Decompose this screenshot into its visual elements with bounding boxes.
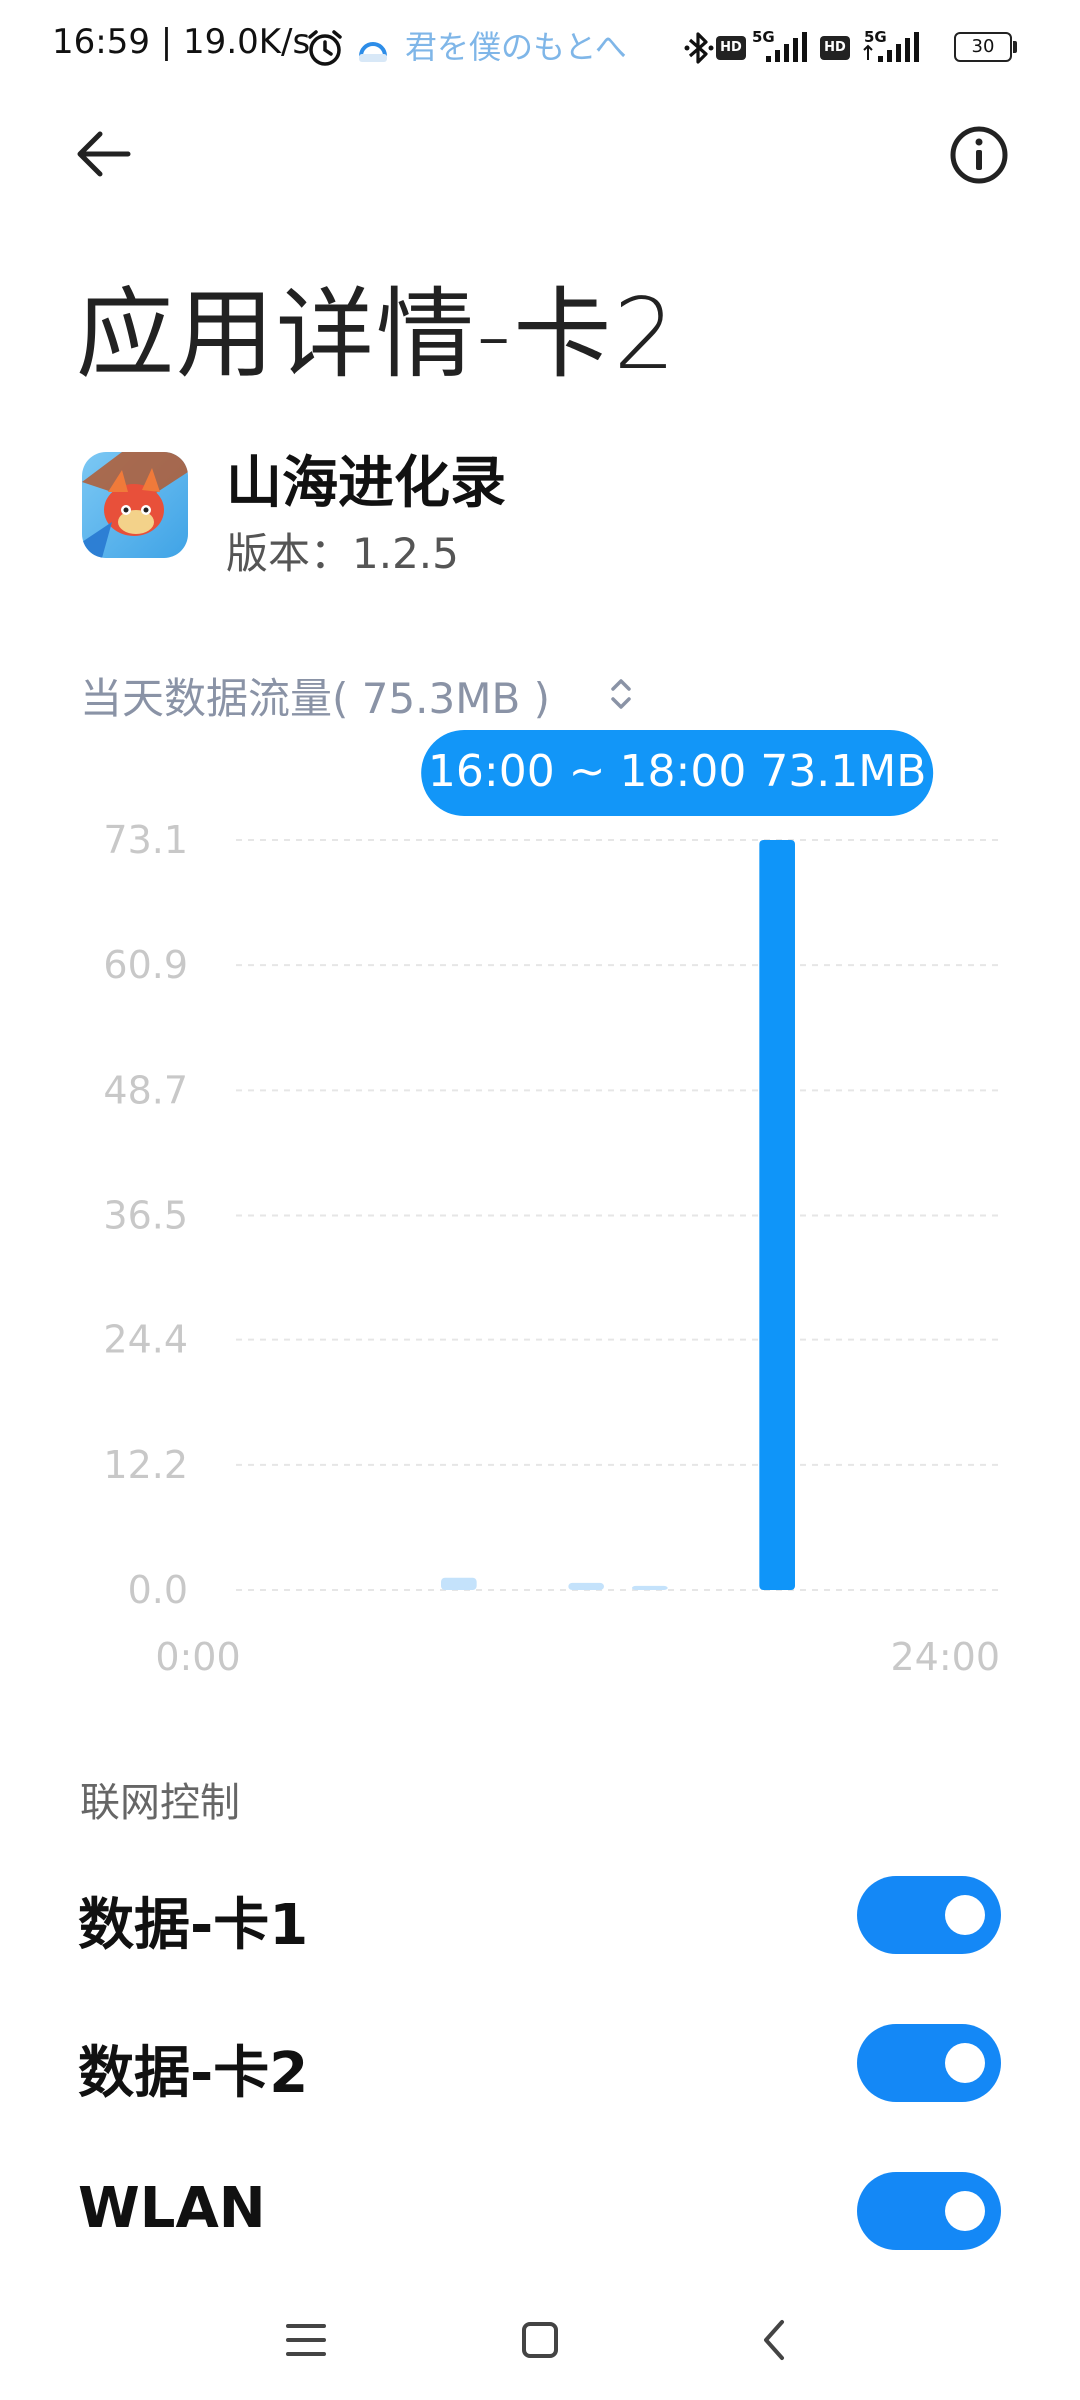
data-sim2-toggle[interactable] <box>857 2024 1001 2102</box>
bluetooth-icon <box>684 32 714 64</box>
alarm-clock-icon <box>308 30 342 66</box>
music-app-icon <box>359 42 387 62</box>
wlan-toggle[interactable] <box>857 2172 1001 2250</box>
battery-tip <box>1013 41 1017 53</box>
bar <box>568 1582 604 1590</box>
app-icon <box>82 452 188 558</box>
home-square-icon[interactable] <box>520 2320 560 2360</box>
info-circle-icon <box>950 126 1008 184</box>
app-name: 山海进化录 <box>226 451 506 516</box>
hd-badge-2: HD <box>820 36 850 60</box>
y-tick-label: 73.1 <box>103 818 188 862</box>
status-song-title: 君を僕のもとへ <box>405 28 627 66</box>
bar <box>632 1585 668 1590</box>
y-tick-label: 24.4 <box>103 1318 188 1362</box>
bar <box>441 1577 477 1590</box>
status-time-speed: 16:59 | 19.0K/s <box>52 22 311 62</box>
x-tick-label: 24:00 <box>890 1635 1000 1679</box>
data-sim2-label: 数据-卡2 <box>78 2041 309 2106</box>
y-tick-label: 36.5 <box>103 1194 188 1238</box>
signal-strength-icon-1 <box>766 32 807 62</box>
y-tick-label: 48.7 <box>103 1068 188 1112</box>
tooltip-text: 16:00 ~ 18:00 73.1MB <box>428 746 927 797</box>
info-button[interactable] <box>944 120 1014 190</box>
toggle-knob <box>945 2191 985 2231</box>
back-chevron-icon[interactable] <box>756 2316 792 2364</box>
battery-indicator: 30 <box>954 32 1012 62</box>
bar-highlighted <box>759 840 795 1590</box>
hd-badge-1: HD <box>716 36 746 60</box>
toggle-knob <box>945 1895 985 1935</box>
signal-strength-icon-2 <box>863 32 919 62</box>
data-sim1-label: 数据-卡1 <box>78 1893 309 1958</box>
toggle-knob <box>945 2043 985 2083</box>
menu-icon[interactable] <box>284 2320 328 2360</box>
chevron-up-down-icon[interactable] <box>606 674 636 714</box>
app-version: 版本：1.2.5 <box>226 529 459 578</box>
y-tick-label: 12.2 <box>103 1443 188 1487</box>
x-tick-label: 0:00 <box>155 1635 240 1679</box>
page-title: 应用详情-卡2 <box>76 278 678 392</box>
y-tick-label: 60.9 <box>103 943 188 987</box>
back-button[interactable] <box>70 120 150 200</box>
network-control-section-label: 联网控制 <box>80 1780 240 1826</box>
data-usage-chart: 73.1 60.9 48.7 36.5 24.4 12.2 0.0 0:00 24:00 16:0… <box>103 730 1000 1679</box>
arrow-left-icon <box>77 131 131 177</box>
status-bar: 16:59 | 19.0K/s 君を僕のもとへ HD 5G HD 5G 30 <box>0 0 1080 100</box>
wlan-label: WLAN <box>78 2176 266 2241</box>
data-sim1-toggle[interactable] <box>857 1876 1001 1954</box>
data-usage-selector[interactable]: 当天数据流量( 75.3MB ) <box>80 665 550 726</box>
y-tick-label: 0.0 <box>128 1568 188 1612</box>
